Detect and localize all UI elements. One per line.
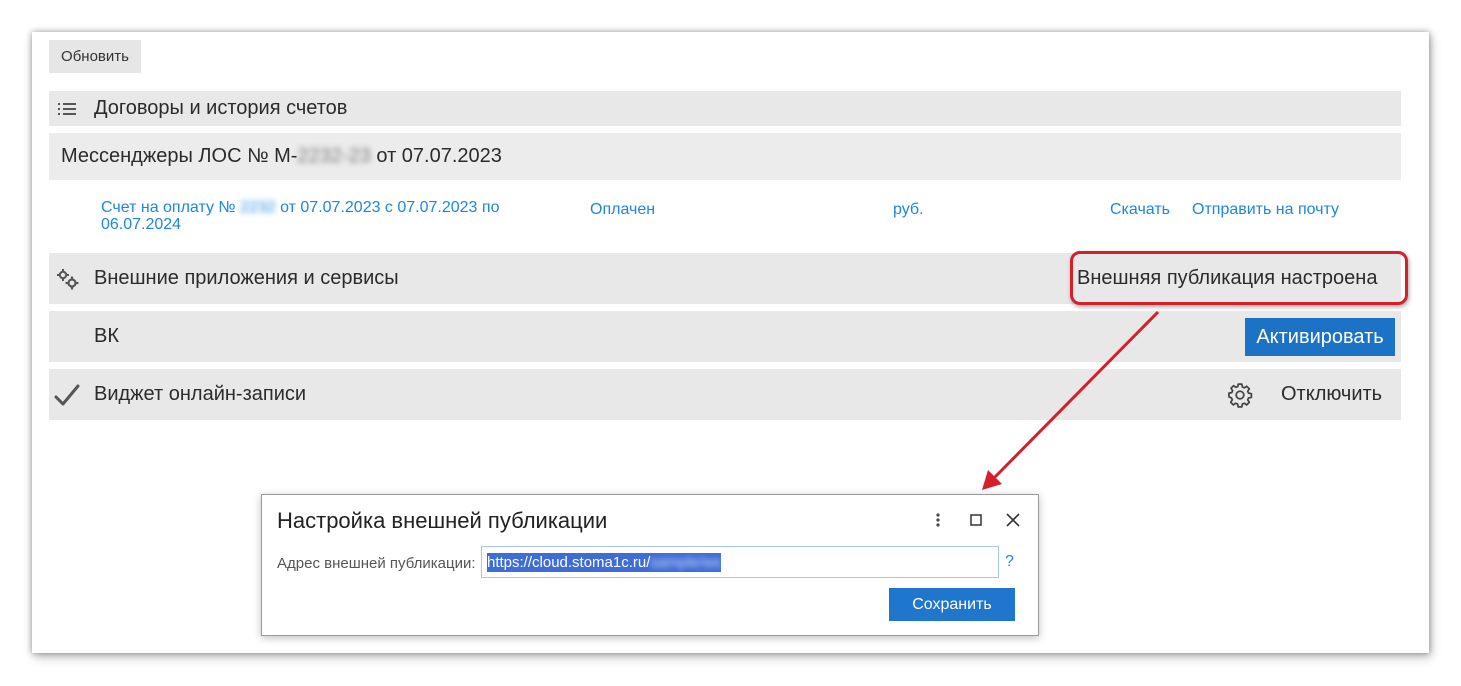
download-link[interactable]: Скачать xyxy=(1110,201,1170,219)
dialog-title: Настройка внешней публикации xyxy=(277,508,608,533)
invoice-link[interactable]: Счет на оплату № 2232 от 07.07.2023 с 07… xyxy=(101,199,531,233)
send-email-link[interactable]: Отправить на почту xyxy=(1192,201,1339,219)
more-options-icon[interactable] xyxy=(927,509,949,531)
address-masked: sample/ws xyxy=(650,553,722,571)
contracts-section-header[interactable]: Договоры и история счетов xyxy=(49,91,1401,126)
publication-settings-dialog: Настройка внешней публикации Адрес внешн… xyxy=(261,494,1039,636)
vk-label: ВК xyxy=(94,325,119,347)
refresh-button[interactable]: Обновить xyxy=(49,40,141,73)
invoice-number-masked: 2232 xyxy=(240,199,276,216)
contract-number-masked: 2232-23 xyxy=(297,145,371,167)
disable-button[interactable]: Отключить xyxy=(1281,383,1382,406)
close-icon[interactable] xyxy=(1002,509,1024,531)
contract-row[interactable]: Мессенджеры ЛОС № М-2232-23 от 07.07.202… xyxy=(49,133,1401,180)
contracts-section-title: Договоры и история счетов xyxy=(94,97,348,119)
activate-button[interactable]: Активировать xyxy=(1245,318,1395,356)
services-section-title: Внешние приложения и сервисы xyxy=(94,267,399,289)
address-selected-text: https://cloud.stoma1c.ru/sample/ws xyxy=(487,552,722,572)
widget-label: Виджет онлайн-записи xyxy=(94,383,307,405)
list-icon xyxy=(57,99,77,119)
widget-row: Виджет онлайн-записи Отключить xyxy=(49,369,1401,420)
checkmark-icon xyxy=(54,382,80,408)
invoice-amount: руб. xyxy=(893,201,924,218)
address-label: Адрес внешней публикации: xyxy=(277,555,476,572)
help-link[interactable]: ? xyxy=(1005,553,1014,571)
vk-row: ВК xyxy=(49,311,1401,362)
maximize-icon[interactable] xyxy=(965,509,987,531)
contract-title: Мессенджеры ЛОС № М-2232-23 от 07.07.202… xyxy=(61,145,502,167)
address-input[interactable]: https://cloud.stoma1c.ru/sample/ws xyxy=(481,546,999,578)
invoice-status: Оплачен xyxy=(590,201,656,218)
save-button[interactable]: Сохранить xyxy=(889,588,1015,621)
gears-icon xyxy=(56,267,80,291)
publication-status-highlight xyxy=(1070,251,1408,305)
gear-icon[interactable] xyxy=(1227,382,1253,408)
